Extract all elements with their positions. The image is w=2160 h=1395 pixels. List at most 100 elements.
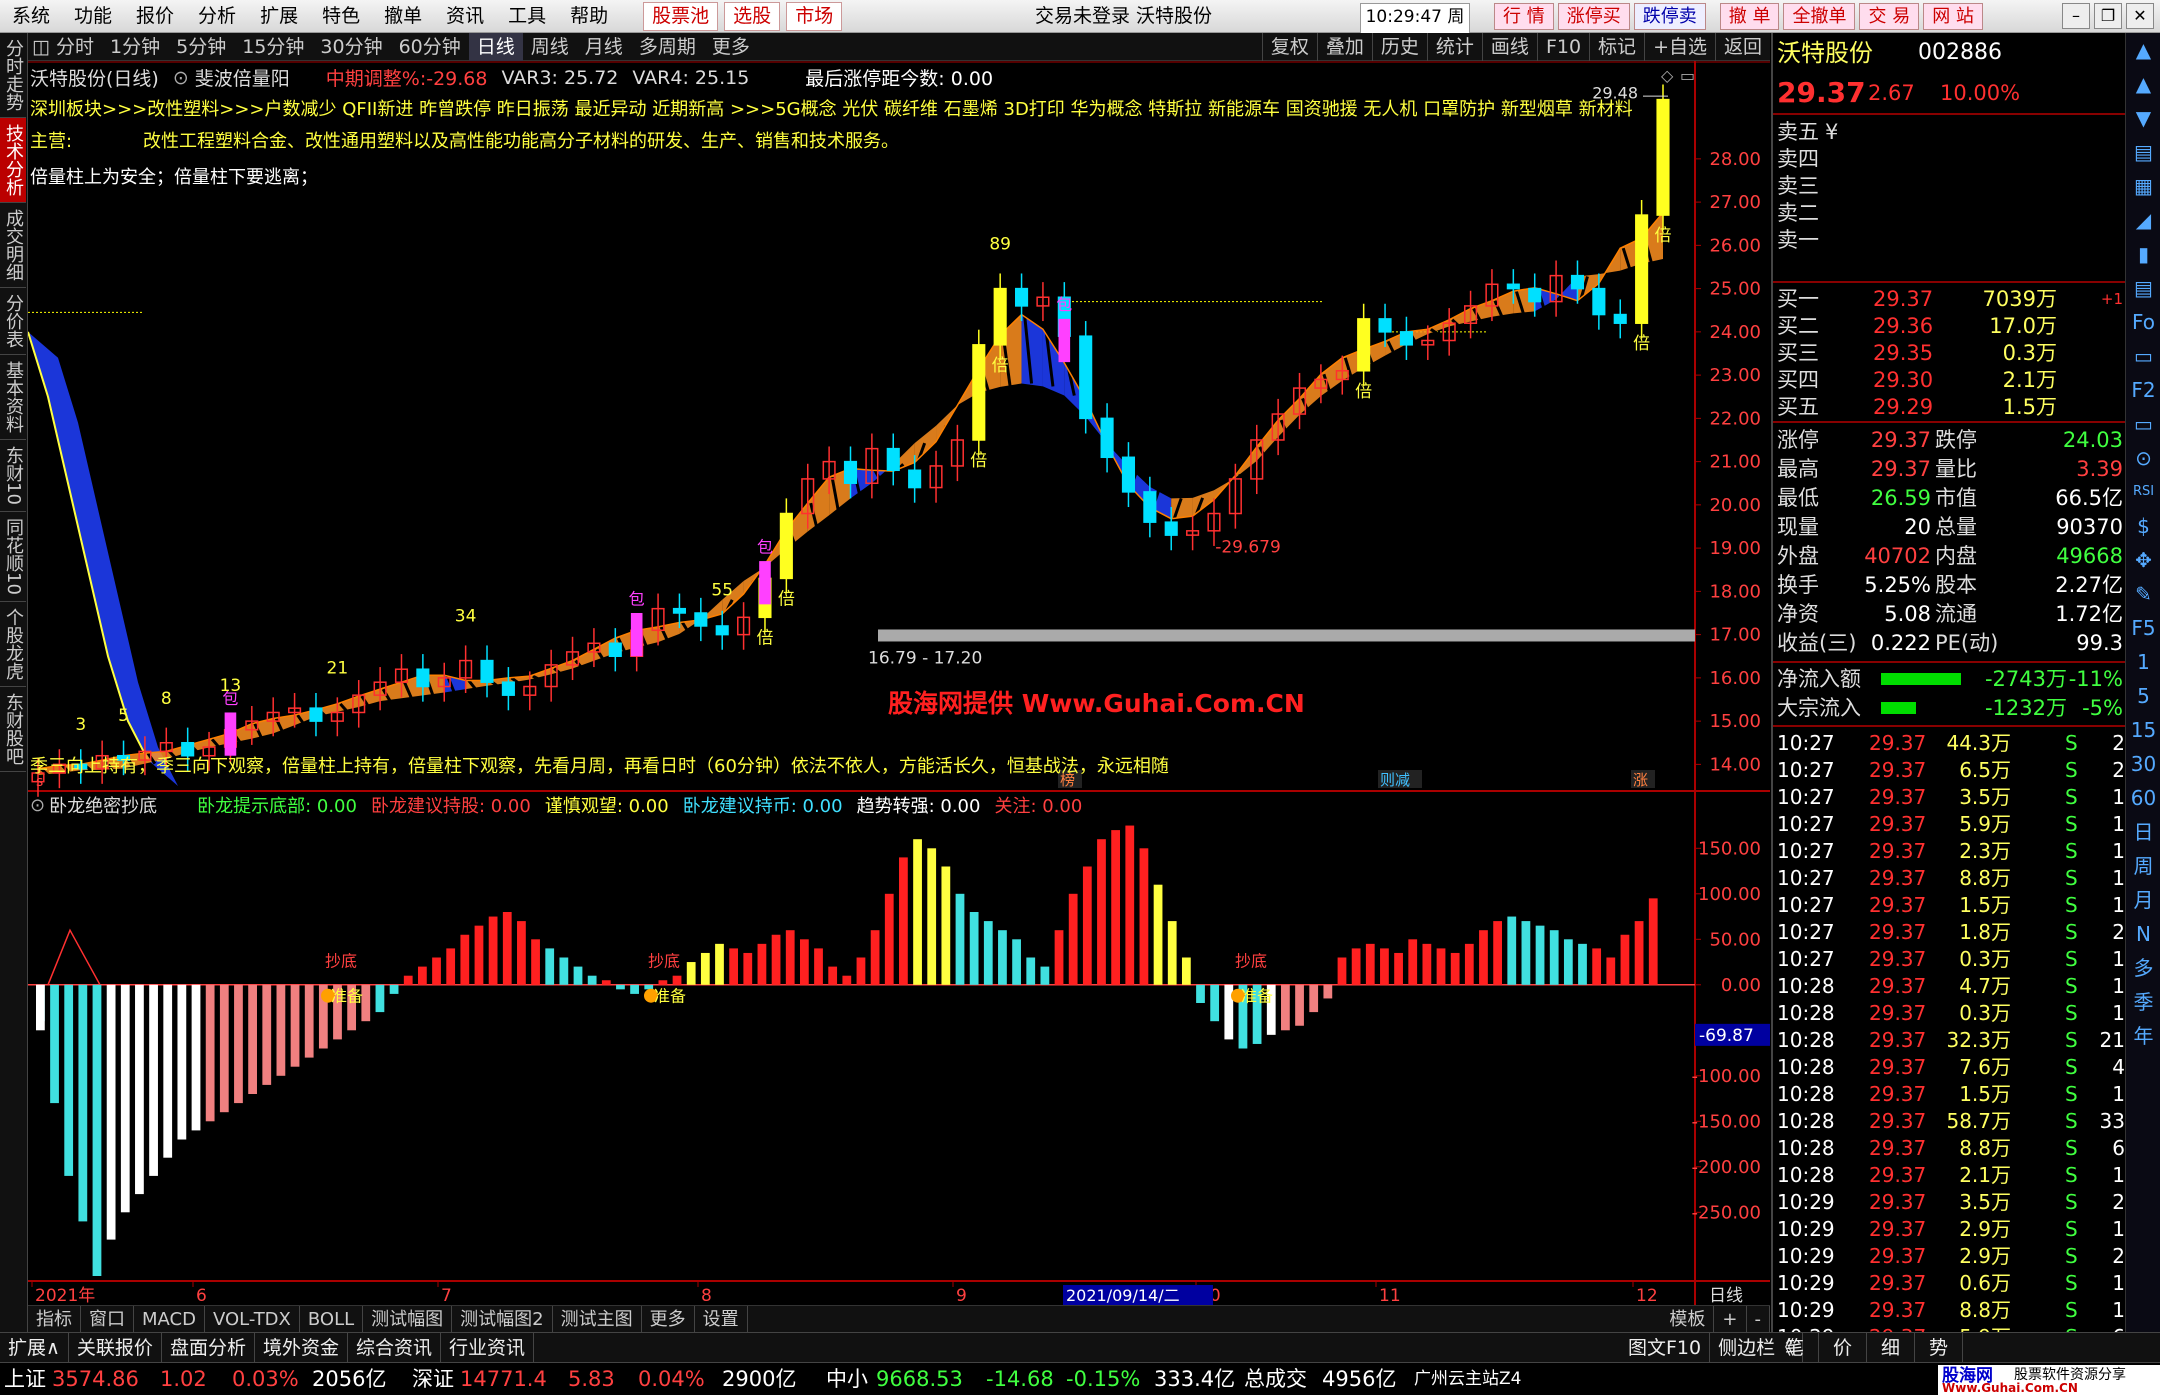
period-4[interactable]: 30分钟: [312, 33, 390, 61]
indicator-tool-1[interactable]: +: [1714, 1306, 1747, 1333]
tool-icon-7[interactable]: ▤: [2126, 271, 2160, 305]
trade-button-2[interactable]: 跌停卖: [1633, 3, 1706, 30]
period-3[interactable]: 15分钟: [234, 33, 312, 61]
tool-icon-16[interactable]: ✎: [2126, 577, 2160, 611]
indicator-tab-8[interactable]: 更多: [642, 1305, 695, 1333]
sub-toggle-icon[interactable]: ⊙: [30, 795, 45, 816]
trade-button-0[interactable]: 行 情: [1494, 3, 1554, 30]
func-item-1[interactable]: 关联报价: [69, 1332, 162, 1363]
tool-icon-10[interactable]: F2: [2126, 373, 2160, 407]
left-tab-1[interactable]: 技术分析: [0, 118, 26, 203]
period-tool-0[interactable]: 复权: [1261, 33, 1317, 61]
tool-icon-24[interactable]: 周: [2126, 849, 2160, 883]
period-tool-5[interactable]: F10: [1536, 33, 1589, 61]
menu-red-item-2[interactable]: 市场: [786, 1, 843, 31]
left-tab-3[interactable]: 分价表: [0, 288, 26, 355]
tool-icon-9[interactable]: ▭: [2126, 339, 2160, 373]
trade-button-6[interactable]: 网 站: [1923, 3, 1983, 30]
period-0[interactable]: 分时: [48, 33, 102, 61]
period-tool-8[interactable]: 返回: [1714, 33, 1770, 61]
period-tool-7[interactable]: +自选: [1644, 33, 1715, 61]
left-tab-8[interactable]: 东财股吧: [0, 687, 26, 772]
period-8[interactable]: 月线: [577, 33, 631, 61]
trade-button-3[interactable]: 撤 单: [1719, 3, 1780, 30]
tool-icon-21[interactable]: 30: [2126, 747, 2160, 781]
indicator-tab-6[interactable]: 测试幅图2: [452, 1305, 553, 1333]
indicator-tool-2[interactable]: -: [1747, 1306, 1770, 1333]
tool-icon-17[interactable]: F5: [2126, 611, 2160, 645]
tick-tab-1[interactable]: 价: [1819, 1333, 1868, 1363]
period-7[interactable]: 周线: [523, 33, 577, 61]
period-5[interactable]: 60分钟: [391, 33, 469, 61]
trade-button-1[interactable]: 涨停买: [1557, 3, 1630, 30]
menu-item-2[interactable]: 报价: [124, 0, 186, 33]
left-tab-6[interactable]: 同花顺10: [0, 512, 26, 602]
func-item-0[interactable]: 扩展∧: [0, 1332, 69, 1363]
left-tab-2[interactable]: 成交明细: [0, 203, 26, 288]
trade-button-4[interactable]: 全撤单: [1783, 3, 1856, 30]
tool-icon-5[interactable]: ◢: [2126, 203, 2160, 237]
tool-icon-22[interactable]: 60: [2126, 781, 2160, 815]
tick-tab-2[interactable]: 细: [1867, 1333, 1916, 1363]
menu-red-item-0[interactable]: 股票池: [643, 1, 719, 31]
tool-icon-27[interactable]: 多: [2126, 951, 2160, 985]
indicator-tab-7[interactable]: 测试主图: [553, 1305, 642, 1333]
period-9[interactable]: 多周期: [631, 33, 704, 61]
tool-icon-28[interactable]: 季: [2126, 985, 2160, 1019]
tool-icon-4[interactable]: ▦: [2126, 169, 2160, 203]
menu-item-3[interactable]: 分析: [186, 0, 248, 33]
indicator-tab-5[interactable]: 测试幅图: [363, 1305, 453, 1333]
menu-item-9[interactable]: 帮助: [558, 0, 620, 33]
restore-icon[interactable]: ❐: [2094, 3, 2122, 29]
tick-tab-0[interactable]: 笔: [1771, 1333, 1820, 1363]
left-tab-7[interactable]: 个股龙虎: [0, 602, 26, 687]
tool-icon-11[interactable]: ▭: [2126, 407, 2160, 441]
collapse-icon[interactable]: ◫: [28, 33, 50, 61]
indicator-tab-1[interactable]: 窗口: [81, 1305, 134, 1333]
menu-red-item-1[interactable]: 选股: [724, 1, 781, 31]
func-item-2[interactable]: 盘面分析: [162, 1332, 255, 1363]
tool-icon-29[interactable]: 年: [2126, 1019, 2160, 1053]
tool-icon-6[interactable]: ▮: [2126, 237, 2160, 271]
indicator-tool-0[interactable]: 模板: [1661, 1306, 1715, 1333]
trade-button-5[interactable]: 交 易: [1859, 3, 1920, 30]
func-item-5[interactable]: 行业资讯: [441, 1332, 534, 1363]
tool-icon-2[interactable]: ▼: [2126, 101, 2160, 135]
period-tool-3[interactable]: 统计: [1426, 33, 1482, 61]
left-tab-4[interactable]: 基本资料: [0, 355, 26, 440]
period-tool-6[interactable]: 标记: [1589, 33, 1644, 61]
tool-icon-0[interactable]: ▲: [2126, 33, 2160, 67]
tool-icon-25[interactable]: 月: [2126, 883, 2160, 917]
func-item-4[interactable]: 综合资讯: [348, 1332, 441, 1363]
menu-item-6[interactable]: 撤单: [372, 0, 434, 33]
tool-icon-13[interactable]: RSI: [2126, 475, 2160, 509]
menu-item-4[interactable]: 扩展: [248, 0, 310, 33]
menu-item-0[interactable]: 系统: [0, 0, 62, 33]
tool-icon-8[interactable]: Fo: [2126, 305, 2160, 339]
period-6[interactable]: 日线: [468, 32, 523, 61]
period-10[interactable]: 更多: [704, 33, 758, 61]
tool-icon-15[interactable]: ✥: [2126, 543, 2160, 577]
period-tool-2[interactable]: 历史: [1371, 33, 1427, 61]
func-right-0[interactable]: 图文F10: [1620, 1333, 1711, 1363]
tool-icon-18[interactable]: 1: [2126, 645, 2160, 679]
tool-icon-23[interactable]: 日: [2126, 815, 2160, 849]
tick-tab-3[interactable]: 势: [1915, 1333, 1964, 1363]
tool-icon-26[interactable]: N: [2126, 917, 2160, 951]
indicator-toggle-icon[interactable]: ⊙: [173, 67, 189, 89]
tool-icon-1[interactable]: ▲: [2126, 67, 2160, 101]
indicator-tab-0[interactable]: 指标: [28, 1305, 81, 1333]
indicator-tab-9[interactable]: 设置: [695, 1305, 748, 1333]
left-tab-5[interactable]: 东财10: [0, 440, 26, 512]
indicator-tab-2[interactable]: MACD: [134, 1305, 205, 1333]
tool-icon-14[interactable]: $: [2126, 509, 2160, 543]
menu-item-5[interactable]: 特色: [310, 0, 372, 33]
func-item-3[interactable]: 境外资金: [255, 1332, 348, 1363]
tool-icon-3[interactable]: ▤: [2126, 135, 2160, 169]
menu-item-1[interactable]: 功能: [62, 0, 124, 33]
period-tool-4[interactable]: 画线: [1481, 33, 1537, 61]
minimize-icon[interactable]: –: [2062, 3, 2090, 29]
tool-icon-20[interactable]: 15: [2126, 713, 2160, 747]
period-1[interactable]: 1分钟: [102, 33, 168, 61]
period-tool-1[interactable]: 叠加: [1316, 33, 1372, 61]
